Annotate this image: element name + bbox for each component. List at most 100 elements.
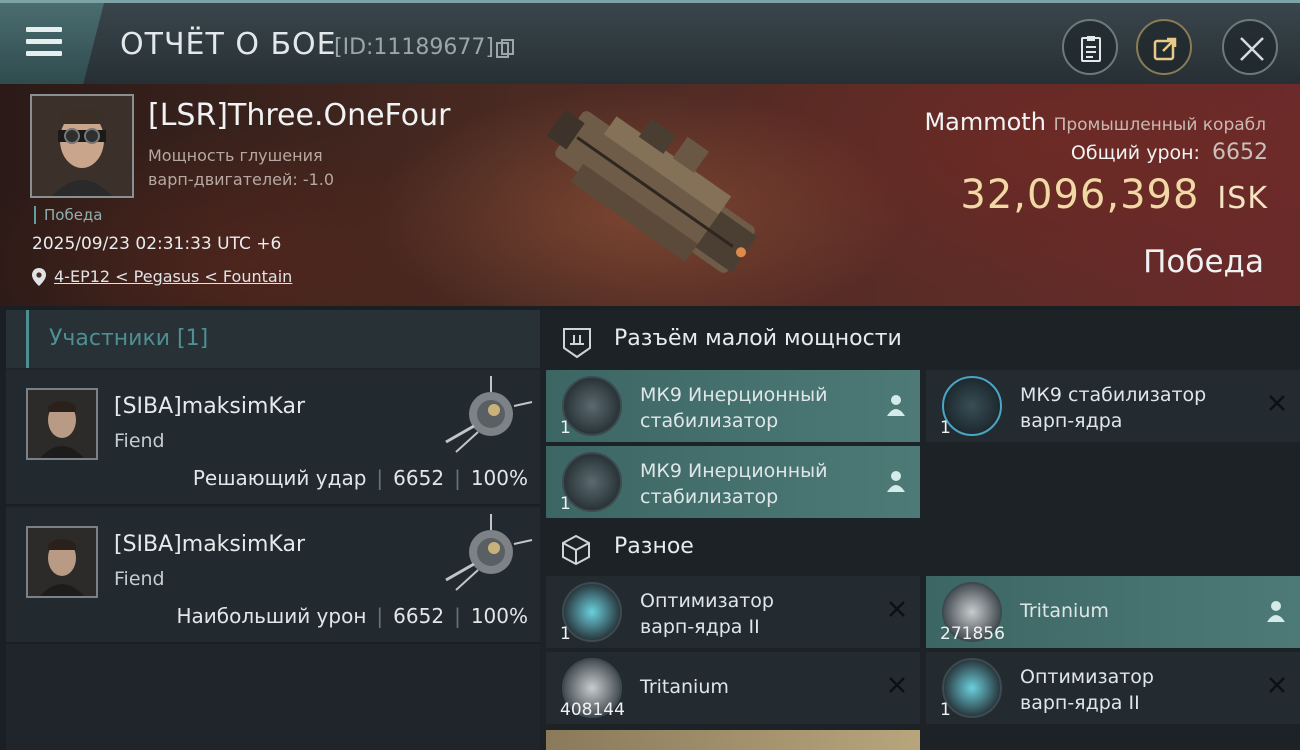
section-title: Разъём малой мощности bbox=[614, 326, 902, 351]
attacker-name[interactable]: [SIBA]maksimKar bbox=[114, 394, 305, 419]
attacker-percent: 100% bbox=[470, 604, 528, 628]
attacker-name[interactable]: [SIBA]maksimKar bbox=[114, 532, 305, 557]
attacker-stats: Решающий удар | 6652 | 100% bbox=[192, 466, 528, 490]
victim-avatar[interactable] bbox=[30, 94, 134, 198]
kill-datetime: 2025/09/23 02:31:33 UTC +6 bbox=[32, 234, 282, 254]
isk-unit: ISK bbox=[1217, 181, 1268, 216]
item-name-line: Оптимизатор bbox=[640, 590, 774, 612]
cargo-item[interactable]: 1 Оптимизатор варп-ядра II bbox=[546, 576, 920, 648]
attribute-line: Мощность глушения bbox=[148, 146, 323, 165]
victim-name[interactable]: [LSR]Three.OneFour bbox=[148, 98, 450, 133]
result-tag: Победа bbox=[34, 206, 103, 224]
attacker-row[interactable]: [SIBA]maksimKar Fiend Решающий удар | 6652… bbox=[6, 370, 540, 506]
item-name: Оптимизатор варп-ядра II bbox=[640, 588, 774, 640]
item-name-line: МК9 стабилизатор bbox=[1020, 384, 1207, 406]
item-name: Оптимизатор варп-ядра II bbox=[1020, 664, 1154, 716]
pilot-portrait-icon bbox=[28, 528, 96, 596]
item-name-line: Tritanium bbox=[640, 676, 729, 698]
item-name-line: Оптимизатор bbox=[1020, 666, 1154, 688]
inertial-stabilizer-icon bbox=[562, 452, 622, 512]
item-name: МК9 Инерционный стабилизатор bbox=[640, 382, 828, 434]
participants-header[interactable]: Участники [1] bbox=[26, 310, 540, 368]
share-button[interactable] bbox=[1136, 19, 1192, 75]
attacker-stats: Наибольший урон | 6652 | 100% bbox=[176, 604, 528, 628]
item-quantity: 1 bbox=[560, 418, 571, 438]
kill-location[interactable]: 4-EP12 < Pegasus < Fountain bbox=[32, 267, 292, 286]
warp-core-stabilizer-icon bbox=[942, 376, 1002, 436]
destroyed-x-icon bbox=[1269, 395, 1285, 411]
ship-image-icon bbox=[546, 109, 757, 273]
module-item[interactable]: 1 МК9 Инерционный стабилизатор bbox=[546, 370, 920, 442]
pilot-portrait-icon bbox=[28, 390, 96, 458]
top-bar: ОТЧЁТ О БОЕ [ID:11189677] bbox=[0, 0, 1300, 84]
menu-button[interactable] bbox=[0, 3, 104, 84]
item-name: Tritanium bbox=[1020, 598, 1109, 624]
dropped-person-icon bbox=[887, 471, 905, 492]
item-name-line: МК9 Инерционный bbox=[640, 460, 828, 482]
item-quantity: 271856 bbox=[940, 624, 1005, 644]
destroyed-x-icon bbox=[889, 601, 905, 617]
attacker-row[interactable]: [SIBA]maksimKar Fiend Наибольший урон | 66… bbox=[6, 508, 540, 644]
section-title: Разное bbox=[614, 534, 694, 559]
page-title: ОТЧЁТ О БОЕ bbox=[120, 27, 337, 62]
fiend-ship-icon bbox=[445, 514, 533, 591]
cube-icon bbox=[562, 534, 590, 566]
cargo-item[interactable]: 408144 Tritanium bbox=[546, 652, 920, 724]
victim-attribute: Мощность глушения варп-двигателей: -1.0 bbox=[148, 144, 334, 192]
destroyed-x-icon bbox=[889, 677, 905, 693]
item-quantity: 1 bbox=[560, 624, 571, 644]
item-name: Tritanium bbox=[640, 674, 729, 700]
ship-name: Mammoth Промышленный корабл bbox=[924, 108, 1266, 136]
report-id: [ID:11189677] bbox=[334, 35, 494, 60]
participants-panel: Участники [1] [SIBA]maksimKar Fiend Реша… bbox=[6, 310, 540, 750]
warp-core-optimizer-icon bbox=[942, 658, 1002, 718]
item-name-line: стабилизатор bbox=[640, 410, 779, 432]
item-name-line: МК9 Инерционный bbox=[640, 384, 828, 406]
attacker-role: Наибольший урон bbox=[176, 604, 367, 628]
victim-summary: [LSR]Three.OneFour Мощность глушения вар… bbox=[0, 84, 1300, 306]
item-quantity: 1 bbox=[560, 494, 571, 514]
clipboard-button[interactable] bbox=[1062, 19, 1118, 75]
attacker-ship: Fiend bbox=[114, 430, 165, 452]
dropped-person-icon bbox=[1267, 601, 1285, 622]
attribute-line: варп-двигателей: -1.0 bbox=[148, 170, 335, 189]
item-name-line: варп-ядра II bbox=[1020, 692, 1140, 714]
cargo-item[interactable] bbox=[546, 730, 920, 750]
result-label: Победа bbox=[1143, 244, 1264, 280]
item-name-line: Tritanium bbox=[1020, 600, 1109, 622]
close-icon bbox=[1240, 37, 1264, 61]
ship-type[interactable]: Mammoth bbox=[924, 108, 1045, 136]
fiend-ship-icon bbox=[445, 376, 533, 453]
ship-class: Промышленный корабл bbox=[1053, 115, 1266, 135]
cargo-item[interactable]: 271856 Tritanium bbox=[926, 576, 1300, 648]
item-name-line: варп-ядра II bbox=[640, 616, 760, 638]
share-icon bbox=[1153, 37, 1177, 61]
attacker-avatar[interactable] bbox=[26, 388, 98, 460]
dropped-person-icon bbox=[887, 395, 905, 416]
close-button[interactable] bbox=[1222, 19, 1278, 75]
cargo-item[interactable]: 1 Оптимизатор варп-ядра II bbox=[926, 652, 1300, 724]
copy-icon[interactable] bbox=[496, 39, 514, 59]
fitting-panel: Разъём малой мощности 1 МК9 Инерционный … bbox=[540, 310, 1300, 750]
item-quantity: 1 bbox=[940, 700, 951, 720]
menu-icon bbox=[26, 27, 62, 57]
isk-amount: 32,096,398 bbox=[960, 172, 1200, 218]
attacker-role: Решающий удар bbox=[192, 466, 367, 490]
attacker-damage: 6652 bbox=[393, 604, 445, 628]
module-item[interactable]: 1 МК9 стабилизатор варп-ядра bbox=[926, 370, 1300, 442]
attacker-damage: 6652 bbox=[393, 466, 445, 490]
participants-header-bar: Участники [1] bbox=[6, 310, 540, 368]
attacker-avatar[interactable] bbox=[26, 526, 98, 598]
attacker-ship: Fiend bbox=[114, 568, 165, 590]
destroyed-x-icon bbox=[1269, 677, 1285, 693]
item-name: МК9 стабилизатор варп-ядра bbox=[1020, 382, 1206, 434]
item-quantity: 408144 bbox=[560, 700, 625, 720]
item-name-line: стабилизатор bbox=[640, 486, 779, 508]
clipboard-icon bbox=[1081, 36, 1101, 62]
attacker-percent: 100% bbox=[470, 466, 528, 490]
module-item[interactable]: 1 МК9 Инерционный стабилизатор bbox=[546, 446, 920, 518]
item-name-line: варп-ядра bbox=[1020, 410, 1123, 432]
warp-core-optimizer-icon bbox=[562, 582, 622, 642]
location-link[interactable]: 4-EP12 < Pegasus < Fountain bbox=[54, 267, 292, 286]
total-damage-value: 6652 bbox=[1212, 140, 1268, 165]
